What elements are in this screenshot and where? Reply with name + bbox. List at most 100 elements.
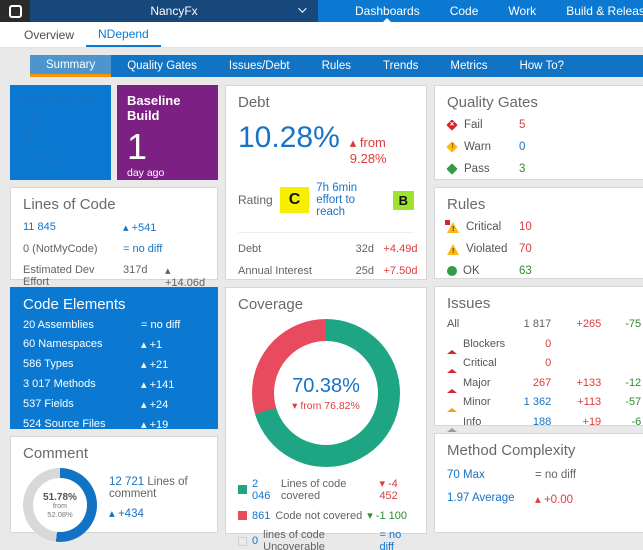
warn-row: Warn bbox=[447, 141, 519, 153]
issues-critical-row: Critical bbox=[447, 357, 505, 369]
menu-item-code[interactable]: Code bbox=[435, 0, 494, 22]
uncoverable-value[interactable]: 0 bbox=[252, 535, 258, 547]
covered-value[interactable]: 2 046 bbox=[252, 478, 276, 502]
ce-assemblies-diff: = no diff bbox=[141, 319, 205, 331]
nav-issues-debt[interactable]: Issues/Debt bbox=[213, 55, 306, 77]
issues-minor-label: Minor bbox=[463, 396, 491, 408]
coverage-trend: ▾ from 76.82% bbox=[292, 400, 360, 412]
pass-diamond-icon bbox=[447, 164, 458, 175]
method-complexity-title: Method Complexity bbox=[447, 442, 641, 459]
nav-how-to[interactable]: How To? bbox=[503, 55, 580, 77]
issues-major-count[interactable]: 267 bbox=[505, 377, 551, 389]
not-covered-value[interactable]: 861 bbox=[252, 510, 270, 522]
nav-trends[interactable]: Trends bbox=[367, 55, 434, 77]
blockers-severity-icon bbox=[447, 338, 458, 350]
comment-diff: ▴ +434 bbox=[109, 508, 144, 520]
pass-row: Pass bbox=[447, 163, 519, 175]
dev-effort-diff: ▴ +14.06d bbox=[165, 264, 205, 289]
ce-types-diff: ▴ +21 bbox=[141, 358, 205, 371]
top-menu: Dashboards Code Work Build & Release Tes… bbox=[340, 0, 643, 22]
method-complexity-panel: Method Complexity 70 Max = no diff 1.97 … bbox=[434, 433, 643, 533]
ce-fields-diff: ▴ +24 bbox=[141, 398, 205, 411]
coverage-percent: 70.38% bbox=[292, 375, 360, 398]
rating-label: Rating bbox=[238, 193, 273, 207]
warn-diamond-icon bbox=[447, 142, 458, 153]
debt-percent: 10.28% bbox=[238, 121, 340, 155]
ce-source-files: 524 Source Files bbox=[23, 418, 141, 431]
issues-minor-count[interactable]: 1 362 bbox=[505, 396, 551, 408]
issues-critical-count[interactable]: 0 bbox=[505, 357, 551, 369]
project-selector[interactable]: NancyFx bbox=[30, 0, 318, 22]
quality-gates-title: Quality Gates bbox=[447, 94, 641, 111]
tab-ndepend[interactable]: NDepend bbox=[86, 22, 161, 47]
ce-types: 586 Types bbox=[23, 358, 141, 371]
coverage-donut-chart: 70.38% ▾ from 76.82% bbox=[252, 319, 400, 467]
comment-from-label: from bbox=[53, 503, 67, 510]
issues-minor-removed: -57 bbox=[601, 396, 641, 408]
quality-gates-panel: Quality Gates Fail 5 Warn 0 Pass bbox=[434, 85, 643, 180]
legend-not-covered: 861 Code not covered ▾ -1 100 bbox=[238, 509, 414, 522]
nav-summary[interactable]: Summary bbox=[30, 55, 111, 77]
fail-label: Fail bbox=[464, 119, 483, 131]
issues-critical-label: Critical bbox=[463, 357, 497, 369]
rating-badge-current: C bbox=[280, 187, 310, 213]
top-bar: NancyFx Dashboards Code Work Build & Rel… bbox=[0, 0, 643, 22]
ce-namespaces: 60 Namespaces bbox=[23, 338, 141, 351]
violated-rules-count[interactable]: 70 bbox=[519, 243, 641, 255]
legend-uncoverable: 0 lines of code Uncoverable = no diff bbox=[238, 529, 414, 550]
most-recent-caption: hours ago bbox=[20, 152, 101, 164]
nav-rules[interactable]: Rules bbox=[306, 55, 367, 77]
menu-item-dashboards[interactable]: Dashboards bbox=[340, 0, 435, 22]
issues-all-count[interactable]: 1 817 bbox=[505, 318, 551, 330]
annual-interest-label: Annual Interest bbox=[238, 265, 330, 277]
max-complexity-value[interactable]: 70 Max bbox=[447, 469, 535, 481]
violated-rules-label: Violated bbox=[466, 243, 507, 255]
issues-major-label: Major bbox=[463, 377, 491, 389]
rating-badge-target: B bbox=[393, 191, 414, 210]
loc-value[interactable]: 11 845 bbox=[23, 221, 123, 234]
avg-complexity-value[interactable]: 1.97 Average bbox=[447, 492, 535, 506]
comment-lines-value[interactable]: 12 721 bbox=[109, 476, 144, 488]
pass-label: Pass bbox=[464, 163, 490, 175]
issues-info-count[interactable]: 188 bbox=[505, 416, 551, 428]
covered-label: Lines of code covered bbox=[281, 478, 375, 502]
issues-major-row: Major bbox=[447, 377, 505, 389]
fail-row: Fail bbox=[447, 119, 519, 131]
rules-title: Rules bbox=[447, 196, 641, 213]
coverage-title: Coverage bbox=[238, 296, 414, 313]
not-covered-diff: ▾ -1 100 bbox=[367, 509, 407, 522]
nav-metrics[interactable]: Metrics bbox=[434, 55, 503, 77]
rules-panel: Rules Critical 10 Violated 70 OK bbox=[434, 187, 643, 279]
fail-diamond-icon bbox=[447, 120, 458, 131]
issues-blockers-count[interactable]: 0 bbox=[505, 338, 551, 350]
violated-warning-icon bbox=[447, 244, 460, 255]
menu-item-build-release[interactable]: Build & Release bbox=[551, 0, 643, 22]
ndepend-dashboard: NancyFx Dashboards Code Work Build & Rel… bbox=[0, 0, 643, 550]
rating-effort-text: 7h 6min effort to reach bbox=[316, 182, 385, 218]
dev-effort-value: 317d bbox=[123, 264, 165, 289]
warn-label: Warn bbox=[464, 141, 491, 153]
nav-quality-gates[interactable]: Quality Gates bbox=[111, 55, 213, 77]
issues-minor-row: Minor bbox=[447, 396, 505, 408]
warn-count[interactable]: 0 bbox=[519, 141, 641, 153]
issues-info-removed: -6 bbox=[601, 416, 641, 428]
issues-all-added: +265 bbox=[551, 318, 601, 330]
coverage-panel: Coverage 70.38% ▾ from 76.82% 2 046 Line… bbox=[225, 287, 427, 534]
most-recent-title: Most Recent bbox=[20, 93, 101, 108]
covered-diff: ▾ -4 452 bbox=[379, 477, 414, 502]
ce-methods: 3 017 Methods bbox=[23, 378, 141, 391]
comment-panel: Comment 51.78% from 52.08% 12 721 Lines … bbox=[10, 436, 218, 533]
pass-count[interactable]: 3 bbox=[519, 163, 641, 175]
baseline-tile: Baseline Build 1 day ago Define baseline bbox=[117, 85, 218, 180]
fail-count[interactable]: 5 bbox=[519, 119, 641, 131]
not-covered-label: Code not covered bbox=[275, 510, 362, 522]
critical-rules-count[interactable]: 10 bbox=[519, 221, 641, 233]
ok-circle-icon bbox=[447, 266, 457, 276]
ok-rules-count[interactable]: 63 bbox=[519, 265, 641, 277]
tab-overview[interactable]: Overview bbox=[12, 22, 86, 47]
vsts-logo[interactable] bbox=[0, 0, 30, 22]
critical-severity-icon bbox=[447, 357, 458, 369]
annual-interest-diff: +7.50d bbox=[374, 265, 417, 277]
comment-donut-chart: 51.78% from 52.08% bbox=[23, 468, 97, 542]
menu-item-work[interactable]: Work bbox=[493, 0, 551, 22]
